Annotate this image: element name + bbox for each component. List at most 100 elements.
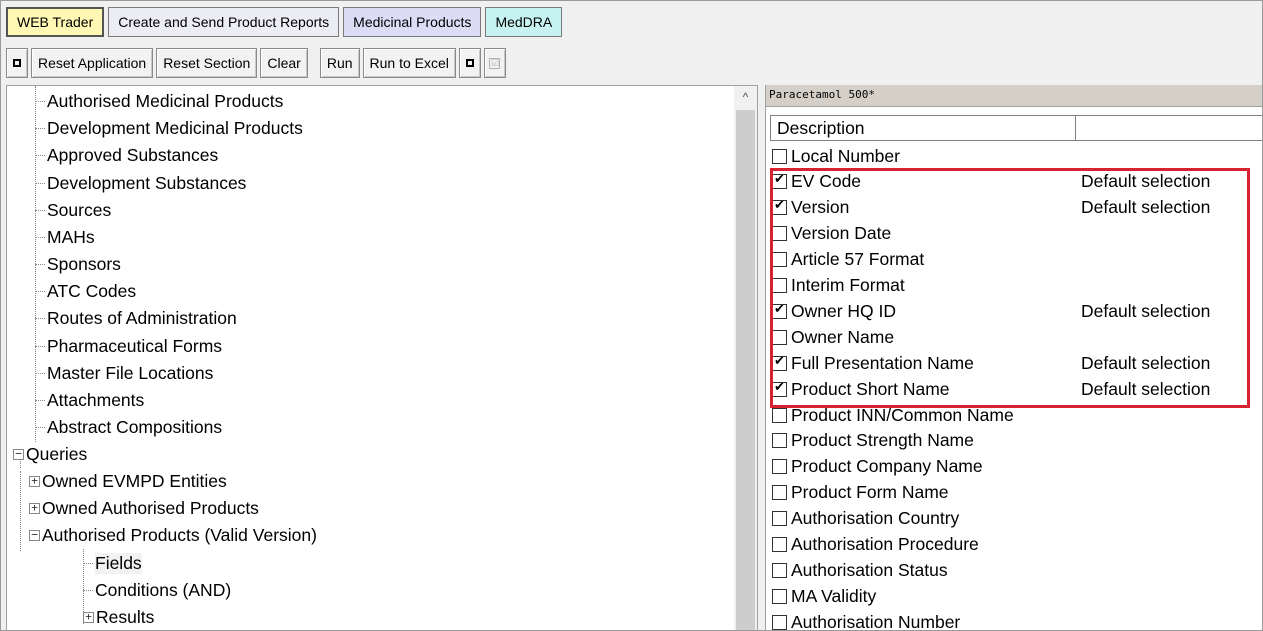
tree-item[interactable]: − Queries: [13, 441, 87, 467]
field-label: EV Code: [791, 171, 862, 192]
field-row[interactable]: Owner Name: [772, 324, 1262, 350]
tree-item[interactable]: MAHs: [35, 224, 95, 250]
collapse-toggle-button[interactable]: [6, 48, 28, 78]
field-checkbox[interactable]: [772, 614, 787, 630]
field-checkbox[interactable]: [772, 148, 787, 164]
select-square-button[interactable]: [458, 48, 481, 78]
field-checkbox[interactable]: [772, 511, 787, 527]
field-row[interactable]: Product Company Name: [772, 454, 1262, 480]
expand-icon[interactable]: +: [29, 502, 40, 514]
tree-item[interactable]: + Owned Authorised Products: [29, 495, 259, 521]
field-label: Authorisation Procedure: [791, 534, 979, 554]
tree-connector: [35, 426, 45, 428]
square-icon: [465, 59, 474, 67]
field-row[interactable]: Product Form Name: [772, 480, 1262, 506]
reset-section-button[interactable]: Reset Section: [156, 48, 258, 78]
expand-icon[interactable]: +: [83, 611, 94, 623]
field-row[interactable]: Local Number: [772, 143, 1262, 169]
tree-item[interactable]: Development Substances: [35, 170, 246, 196]
field-row[interactable]: Article 57 Format: [772, 247, 1262, 273]
field-row[interactable]: Version Date: [772, 221, 1262, 247]
field-row[interactable]: MA Validity: [772, 583, 1262, 609]
run-to-excel-button[interactable]: Run to Excel: [362, 48, 456, 78]
collapse-icon[interactable]: −: [13, 448, 24, 460]
column-header-description[interactable]: Description: [770, 115, 1076, 141]
tree-item-label: Approved Substances: [47, 144, 219, 165]
tab-medicinal-products[interactable]: Medicinal Products: [343, 7, 482, 37]
tab-meddra[interactable]: MedDRA: [485, 7, 563, 37]
expand-icon[interactable]: +: [29, 475, 40, 487]
tree-guide-line: [20, 471, 21, 551]
field-checkbox[interactable]: [772, 302, 787, 319]
tree-item[interactable]: Fields: [83, 550, 142, 576]
tab-create-send-product-reports[interactable]: Create and Send Product Reports: [108, 7, 340, 37]
field-checkbox[interactable]: [772, 459, 787, 475]
tree-item[interactable]: Conditions (AND): [83, 577, 231, 603]
field-label: Article 57 Format: [791, 249, 925, 270]
tree-connector: [35, 263, 45, 265]
reset-application-button[interactable]: Reset Application: [31, 48, 154, 78]
tree-scrollbar[interactable]: ^: [734, 86, 757, 630]
field-checkbox[interactable]: [772, 485, 787, 501]
tree-item[interactable]: Master File Locations: [35, 360, 213, 386]
tree-item[interactable]: Pharmaceutical Forms: [35, 333, 222, 359]
field-label: Interim Format: [791, 275, 905, 295]
field-row[interactable]: Product Short Name Default selection: [772, 376, 1262, 402]
select-check-button[interactable]: ☑: [483, 48, 506, 78]
field-checkbox[interactable]: [772, 226, 787, 242]
field-label: Full Presentation Name: [791, 352, 974, 373]
tree-item-label: MAHs: [47, 226, 95, 247]
scrollbar-thumb[interactable]: [736, 110, 755, 630]
field-checkbox[interactable]: [772, 354, 787, 371]
field-checkbox[interactable]: [772, 380, 787, 397]
tree-item[interactable]: Routes of Administration: [35, 305, 237, 331]
tree-item[interactable]: Authorised Medicinal Products: [35, 88, 283, 114]
field-row[interactable]: Interim Format: [772, 273, 1262, 299]
tree-item[interactable]: + Results: [83, 604, 154, 630]
field-row[interactable]: Authorisation Status: [772, 557, 1262, 583]
tree-item[interactable]: + Owned EVMPD Entities: [29, 468, 227, 494]
field-row[interactable]: EV Code Default selection: [772, 169, 1262, 195]
tree-connector: [35, 127, 45, 129]
tree-item-label: Pharmaceutical Forms: [47, 335, 223, 356]
run-button[interactable]: Run: [319, 48, 360, 78]
field-checkbox[interactable]: [772, 407, 787, 423]
tree-item[interactable]: − Authorised Products (Valid Version): [29, 522, 317, 548]
field-row[interactable]: Full Presentation Name Default selection: [772, 350, 1262, 376]
field-checkbox[interactable]: [772, 537, 787, 552]
field-row[interactable]: Product INN/Common Name: [772, 402, 1262, 428]
field-label: Product Form Name: [791, 482, 949, 503]
tree-item[interactable]: Development Medicinal Products: [35, 115, 303, 141]
field-checkbox[interactable]: [772, 562, 787, 578]
field-checkbox[interactable]: [772, 329, 787, 345]
scroll-up-icon[interactable]: ^: [734, 86, 757, 108]
field-row[interactable]: Authorisation Procedure: [772, 532, 1262, 558]
field-checkbox[interactable]: [772, 433, 787, 449]
collapse-icon[interactable]: −: [29, 529, 40, 541]
default-selection-note: Default selection: [1081, 197, 1211, 218]
tree-item[interactable]: Attachments: [35, 387, 144, 413]
tab-web-trader[interactable]: WEB Trader: [6, 7, 105, 37]
field-row[interactable]: Authorisation Country: [772, 506, 1262, 532]
tree-item[interactable]: ATC Codes: [35, 278, 136, 304]
tree-item-label: Sources: [47, 199, 112, 220]
field-row[interactable]: Product Strength Name: [772, 428, 1262, 454]
clear-button[interactable]: Clear: [260, 48, 308, 78]
field-label: Authorisation Country: [791, 508, 960, 529]
tree-item[interactable]: Abstract Compositions: [35, 414, 222, 440]
field-label: Version: [791, 197, 850, 218]
field-row[interactable]: Authorisation Number: [772, 609, 1262, 630]
field-checkbox[interactable]: [772, 172, 787, 190]
default-selection-note: Default selection: [1081, 171, 1211, 192]
tree-item-label: ATC Codes: [47, 280, 137, 301]
field-row[interactable]: Version Default selection: [772, 195, 1262, 221]
tree-item[interactable]: Sources: [35, 197, 111, 223]
tree-item[interactable]: Sponsors: [35, 251, 121, 277]
column-header-blank[interactable]: [1076, 115, 1262, 141]
field-checkbox[interactable]: [772, 198, 787, 216]
field-checkbox[interactable]: [772, 588, 787, 604]
tree-item[interactable]: Approved Substances: [35, 142, 218, 168]
field-checkbox[interactable]: [772, 278, 787, 293]
field-row[interactable]: Owner HQ ID Default selection: [772, 298, 1262, 324]
field-checkbox[interactable]: [772, 252, 787, 268]
